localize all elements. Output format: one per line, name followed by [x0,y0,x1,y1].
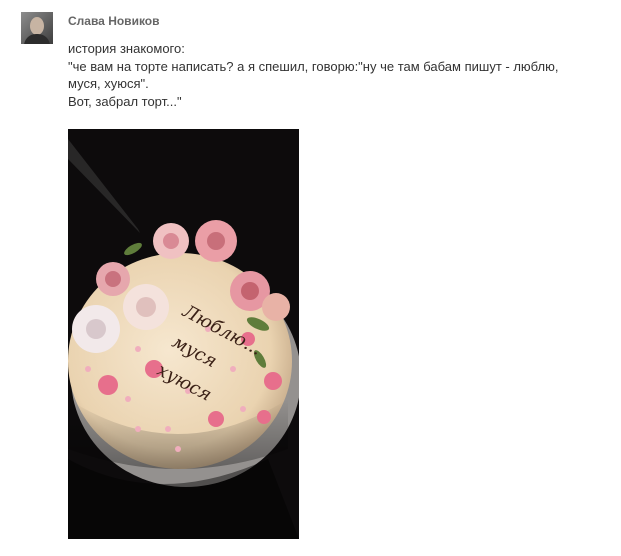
post-line: история знакомого: [68,41,185,56]
avatar-face [30,17,44,35]
cake-photo-illustration: Люблю... муся хуюся [68,129,299,539]
post-text: история знакомого: "че вам на торте напи… [68,40,613,110]
avatar-shoulders [24,34,50,44]
author-name[interactable]: Слава Новиков [68,14,160,28]
author-avatar[interactable] [21,12,53,44]
post-line: муся, хуюся". [68,76,149,91]
post-line: Вот, забрал торт..." [68,93,182,109]
post-photo[interactable]: Люблю... муся хуюся [68,129,299,539]
post-line: "че вам на торте написать? а я спешил, г… [68,58,559,74]
